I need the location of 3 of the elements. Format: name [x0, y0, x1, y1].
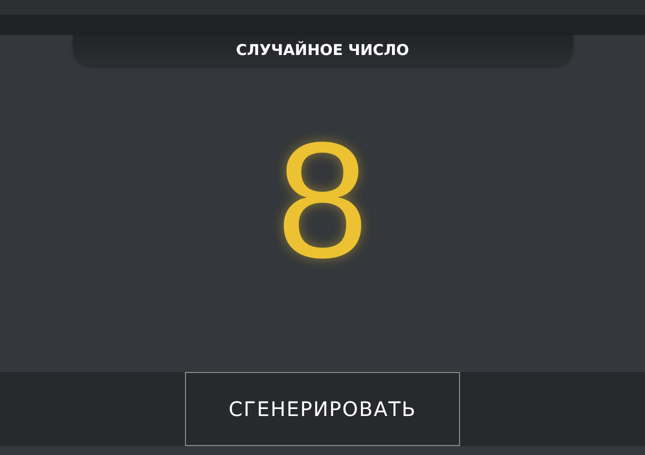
page-title: СЛУЧАЙНОЕ ЧИСЛО	[236, 41, 409, 59]
random-number: 8	[276, 115, 368, 285]
generate-button[interactable]: СГЕНЕРИРОВАТЬ	[185, 372, 460, 446]
